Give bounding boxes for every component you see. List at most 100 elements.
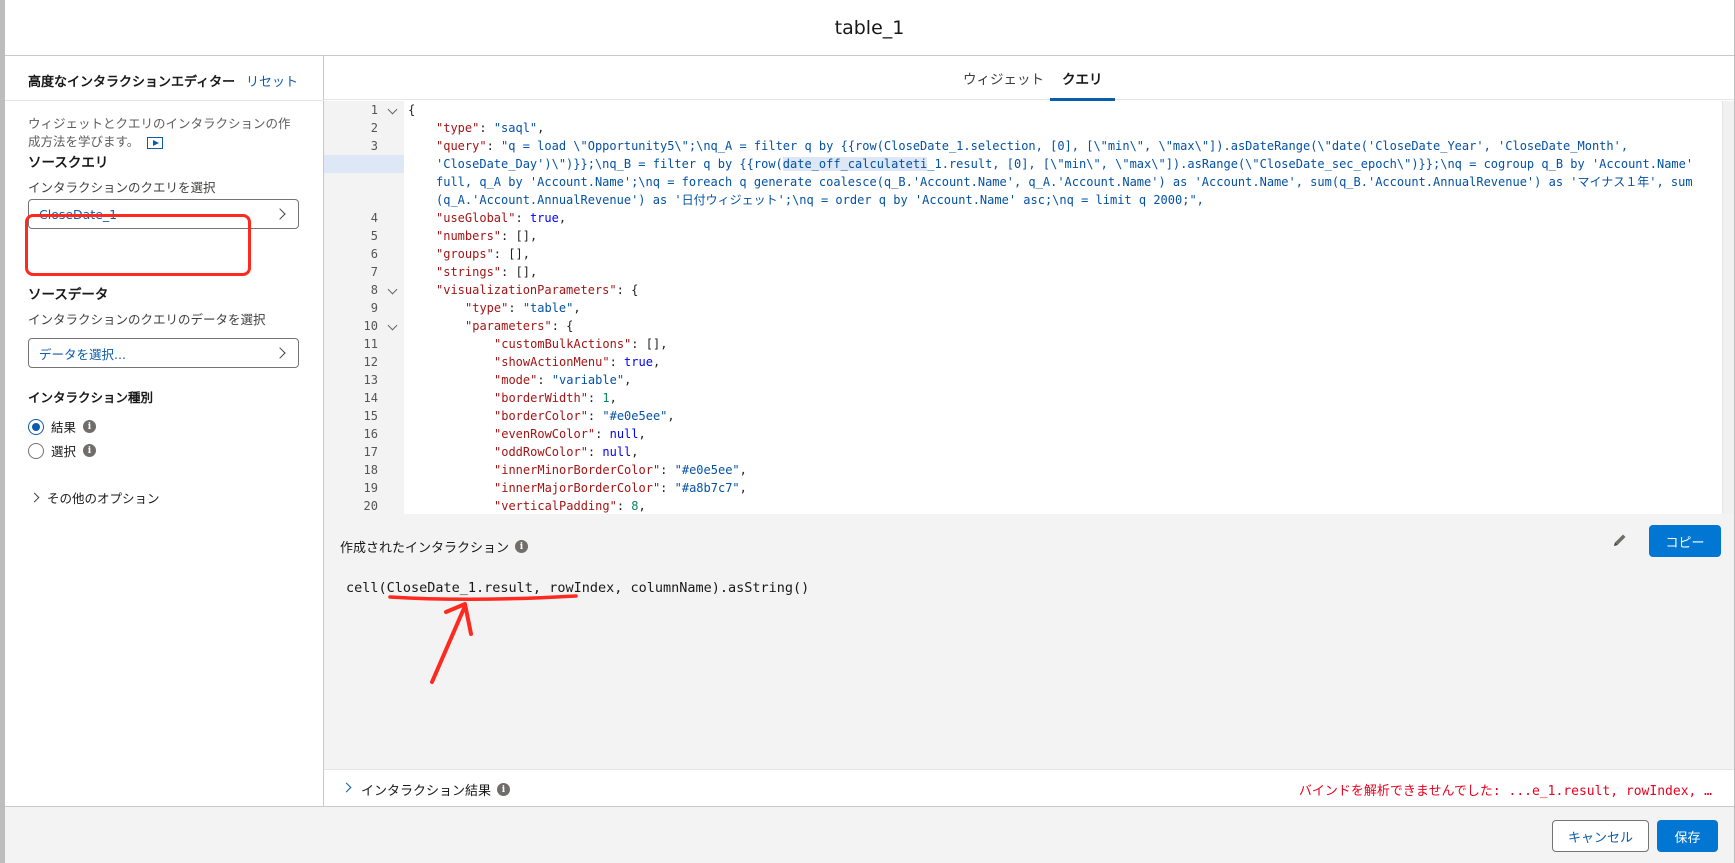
code-line-wrap: (q_A.'Account.AnnualRevenue') as '日付ウィジェ… <box>436 191 1204 209</box>
json-key: "mode" <box>494 373 538 387</box>
fold-chevron-icon[interactable] <box>387 284 398 295</box>
line-number: 12 <box>363 355 378 369</box>
json-value: "variable" <box>551 373 625 387</box>
bind-error-message: バインドを解析できませんでした: ...e_1.result, rowIndex… <box>1298 784 1712 799</box>
line-number: 16 <box>363 427 378 441</box>
code-line-wrap: full, q_A by 'Account.Name';\nq = foreac… <box>436 173 1693 191</box>
selected-text: date_off_calculateti <box>782 157 928 171</box>
json-key: "evenRowColor" <box>494 427 596 441</box>
info-icon[interactable]: i <box>83 420 97 433</box>
modal-title: table_1 <box>834 16 905 39</box>
copy-button[interactable]: コピー <box>1649 525 1721 557</box>
json-key: "innerMajorBorderColor" <box>494 481 661 495</box>
chevron-right-icon[interactable] <box>341 782 352 793</box>
source-query-select[interactable]: CloseDate_1 <box>28 199 299 229</box>
created-interaction-title: 作成されたインタラクション <box>340 541 510 556</box>
chevron-right-icon <box>29 492 40 503</box>
line-number: 11 <box>363 337 378 351</box>
more-options-toggle[interactable]: その他のオプション <box>29 488 160 507</box>
radio-selection[interactable]: 選択 i <box>28 441 97 460</box>
line-number: 5 <box>370 229 378 243</box>
info-icon[interactable]: i <box>497 783 511 796</box>
reset-link[interactable]: リセット <box>246 71 298 90</box>
json-key: "useGlobal" <box>436 211 516 225</box>
info-icon[interactable]: i <box>515 540 529 553</box>
line-number: 8 <box>370 283 378 297</box>
active-line-highlight <box>324 155 404 173</box>
code-line: "parameters": { <box>465 319 574 333</box>
radio-result[interactable]: 結果 i <box>28 417 97 436</box>
source-query-value: CloseDate_1 <box>39 206 118 222</box>
created-interaction-heading: 作成されたインタラクション i <box>340 537 529 556</box>
code-line: "evenRowColor": null, <box>494 427 646 441</box>
play-video-icon[interactable] <box>147 136 164 149</box>
right-panel: ウィジェット クエリ 1 2 3 4 5 6 7 8 9 10 11 12 13… <box>324 56 1734 806</box>
json-key: "oddRowColor" <box>494 445 588 459</box>
code-editor[interactable]: 1 2 3 4 5 6 7 8 9 10 11 12 13 14 15 16 1… <box>324 101 1734 514</box>
info-icon[interactable]: i <box>83 444 97 457</box>
code-line: "type": "table", <box>465 301 581 315</box>
line-number: 18 <box>363 463 378 477</box>
fold-chevron-icon[interactable] <box>387 320 398 331</box>
line-number: 7 <box>370 265 378 279</box>
code-line: "type": "saql", <box>436 121 545 135</box>
json-key: "strings" <box>436 265 502 279</box>
json-value: null <box>609 427 639 441</box>
code-line: "strings": [], <box>436 265 538 279</box>
radio-label: 選択 <box>51 444 77 459</box>
json-value: [] <box>515 265 530 279</box>
line-number: 19 <box>363 481 378 495</box>
source-query-title: ソースクエリ <box>28 155 109 171</box>
cancel-button[interactable]: キャンセル <box>1552 820 1649 852</box>
json-key: "type" <box>465 301 509 315</box>
line-number: 17 <box>363 445 378 459</box>
fold-chevron-icon[interactable] <box>387 104 398 115</box>
source-data-title: ソースデータ <box>28 287 109 303</box>
radio-button[interactable] <box>28 418 44 435</box>
json-value: null <box>602 445 632 459</box>
line-number: 13 <box>363 373 378 387</box>
advanced-interaction-modal: table_1 高度なインタラクションエディター リセット ウィジェットとクエリ… <box>5 0 1734 863</box>
interaction-result-toggle[interactable]: インタラクション結果 i <box>361 780 511 799</box>
chevron-right-icon <box>274 208 286 220</box>
tab-query[interactable]: クエリ <box>1050 68 1115 101</box>
code-line-wrap: 'CloseDate_Day')\")}};\nq_B = filter q b… <box>436 155 1693 173</box>
json-key: "type" <box>436 121 480 135</box>
source-data-placeholder: データを選択... <box>39 346 126 362</box>
json-value: "saql" <box>493 121 538 135</box>
modal-header: table_1 <box>5 0 1734 56</box>
code-line: "customBulkActions": [], <box>494 337 668 351</box>
json-key: "visualizationParameters" <box>436 283 617 297</box>
json-value: "#a8b7c7" <box>674 481 740 495</box>
line-number: 3 <box>370 139 378 153</box>
line-number: 20 <box>363 499 378 513</box>
json-value: 1 <box>602 391 610 405</box>
save-button[interactable]: 保存 <box>1657 820 1718 852</box>
code-line: "query": "q = load \"Opportunity5\";\nq_… <box>436 139 1629 153</box>
json-value: "#e0e5ee" <box>674 463 740 477</box>
interaction-expression[interactable]: cell(CloseDate_1.result, rowIndex, colum… <box>346 580 809 596</box>
tab-bar: ウィジェット クエリ <box>324 56 1734 101</box>
code-line: "mode": "variable", <box>494 373 632 387</box>
json-key: "query" <box>436 139 487 153</box>
help-text: ウィジェットとクエリのインタラクションの作成方法を学びます。 <box>28 115 298 151</box>
source-data-select[interactable]: データを選択... <box>28 338 299 368</box>
code-line: "oddRowColor": null, <box>494 445 639 459</box>
json-key: "showActionMenu" <box>494 355 610 369</box>
code-line: "innerMinorBorderColor": "#e0e5ee", <box>494 463 747 477</box>
editor-title: 高度なインタラクションエディター <box>28 75 236 90</box>
code-line: "innerMajorBorderColor": "#a8b7c7", <box>494 481 747 495</box>
json-value: "#e0e5ee" <box>602 409 668 423</box>
tab-widget[interactable]: ウィジェット <box>963 68 1044 98</box>
json-key: "verticalPadding" <box>494 499 617 513</box>
line-number: 15 <box>363 409 378 423</box>
code-line: "borderColor": "#e0e5ee", <box>494 409 675 423</box>
json-value: [] <box>515 229 530 243</box>
radio-button[interactable] <box>28 442 44 459</box>
editor-scrollbar[interactable] <box>1722 101 1734 514</box>
line-number: 4 <box>370 211 378 225</box>
edit-pencil-icon[interactable] <box>1612 532 1628 548</box>
json-key: "parameters" <box>465 319 552 333</box>
divider <box>5 100 324 101</box>
left-panel: 高度なインタラクションエディター リセット ウィジェットとクエリのインタラクショ… <box>5 56 324 806</box>
